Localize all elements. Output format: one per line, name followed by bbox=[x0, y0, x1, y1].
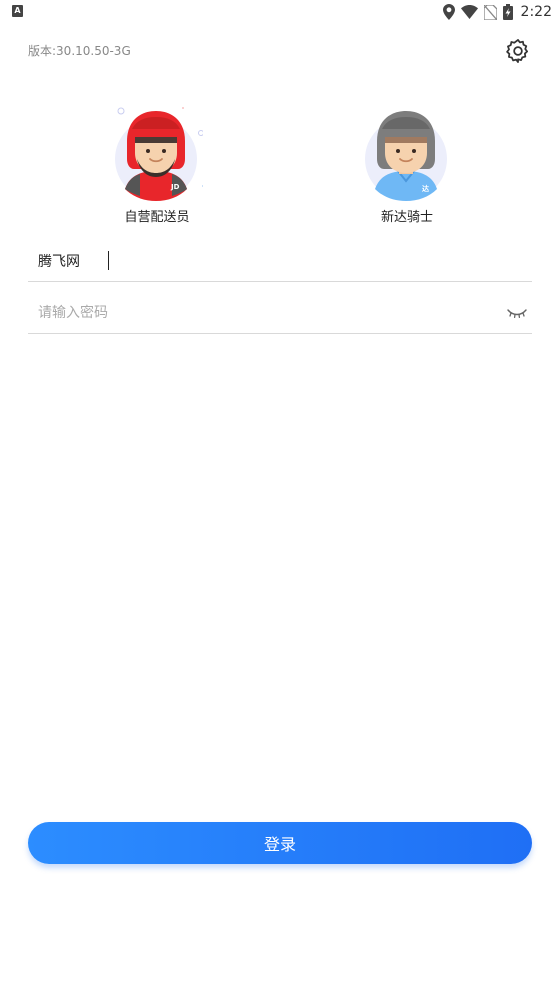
app-notification-icon: A bbox=[12, 5, 23, 17]
role-self-label: 自营配送员 bbox=[124, 210, 190, 225]
no-sim-icon bbox=[483, 4, 497, 20]
password-input[interactable] bbox=[38, 300, 498, 326]
login-button[interactable]: 登录 bbox=[28, 822, 532, 864]
username-field[interactable] bbox=[28, 240, 532, 282]
version-label: 版本:30.10.50-3G bbox=[28, 44, 131, 58]
role-self-courier[interactable]: JD 自营配送员 bbox=[97, 95, 217, 225]
status-icons: 2:22 bbox=[442, 2, 552, 22]
role-new-rider[interactable]: 达 新达骑士 bbox=[347, 95, 467, 225]
jd-courier-avatar-icon: JD bbox=[115, 107, 203, 201]
role-new-label: 新达骑士 bbox=[380, 210, 433, 225]
eye-closed-icon bbox=[507, 309, 527, 319]
wifi-icon bbox=[460, 5, 478, 19]
password-field[interactable] bbox=[28, 292, 532, 334]
rider-avatar-icon: 达 bbox=[365, 111, 447, 201]
battery-charging-icon bbox=[502, 4, 513, 20]
clock: 2:22 bbox=[520, 4, 552, 20]
status-bar: A 2:22 bbox=[0, 0, 560, 24]
settings-button[interactable] bbox=[503, 36, 533, 66]
svg-text:达: 达 bbox=[422, 184, 429, 193]
password-visibility-toggle[interactable] bbox=[506, 303, 528, 323]
text-cursor bbox=[108, 251, 109, 270]
login-screen: A 2:22 版本:30.10.50-3G JD 自营配送员 达 新达骑士 腾飞… bbox=[0, 0, 560, 995]
username-input[interactable] bbox=[38, 248, 498, 274]
svg-text:JD: JD bbox=[170, 183, 180, 191]
location-icon bbox=[442, 4, 455, 20]
gear-icon bbox=[506, 39, 528, 63]
